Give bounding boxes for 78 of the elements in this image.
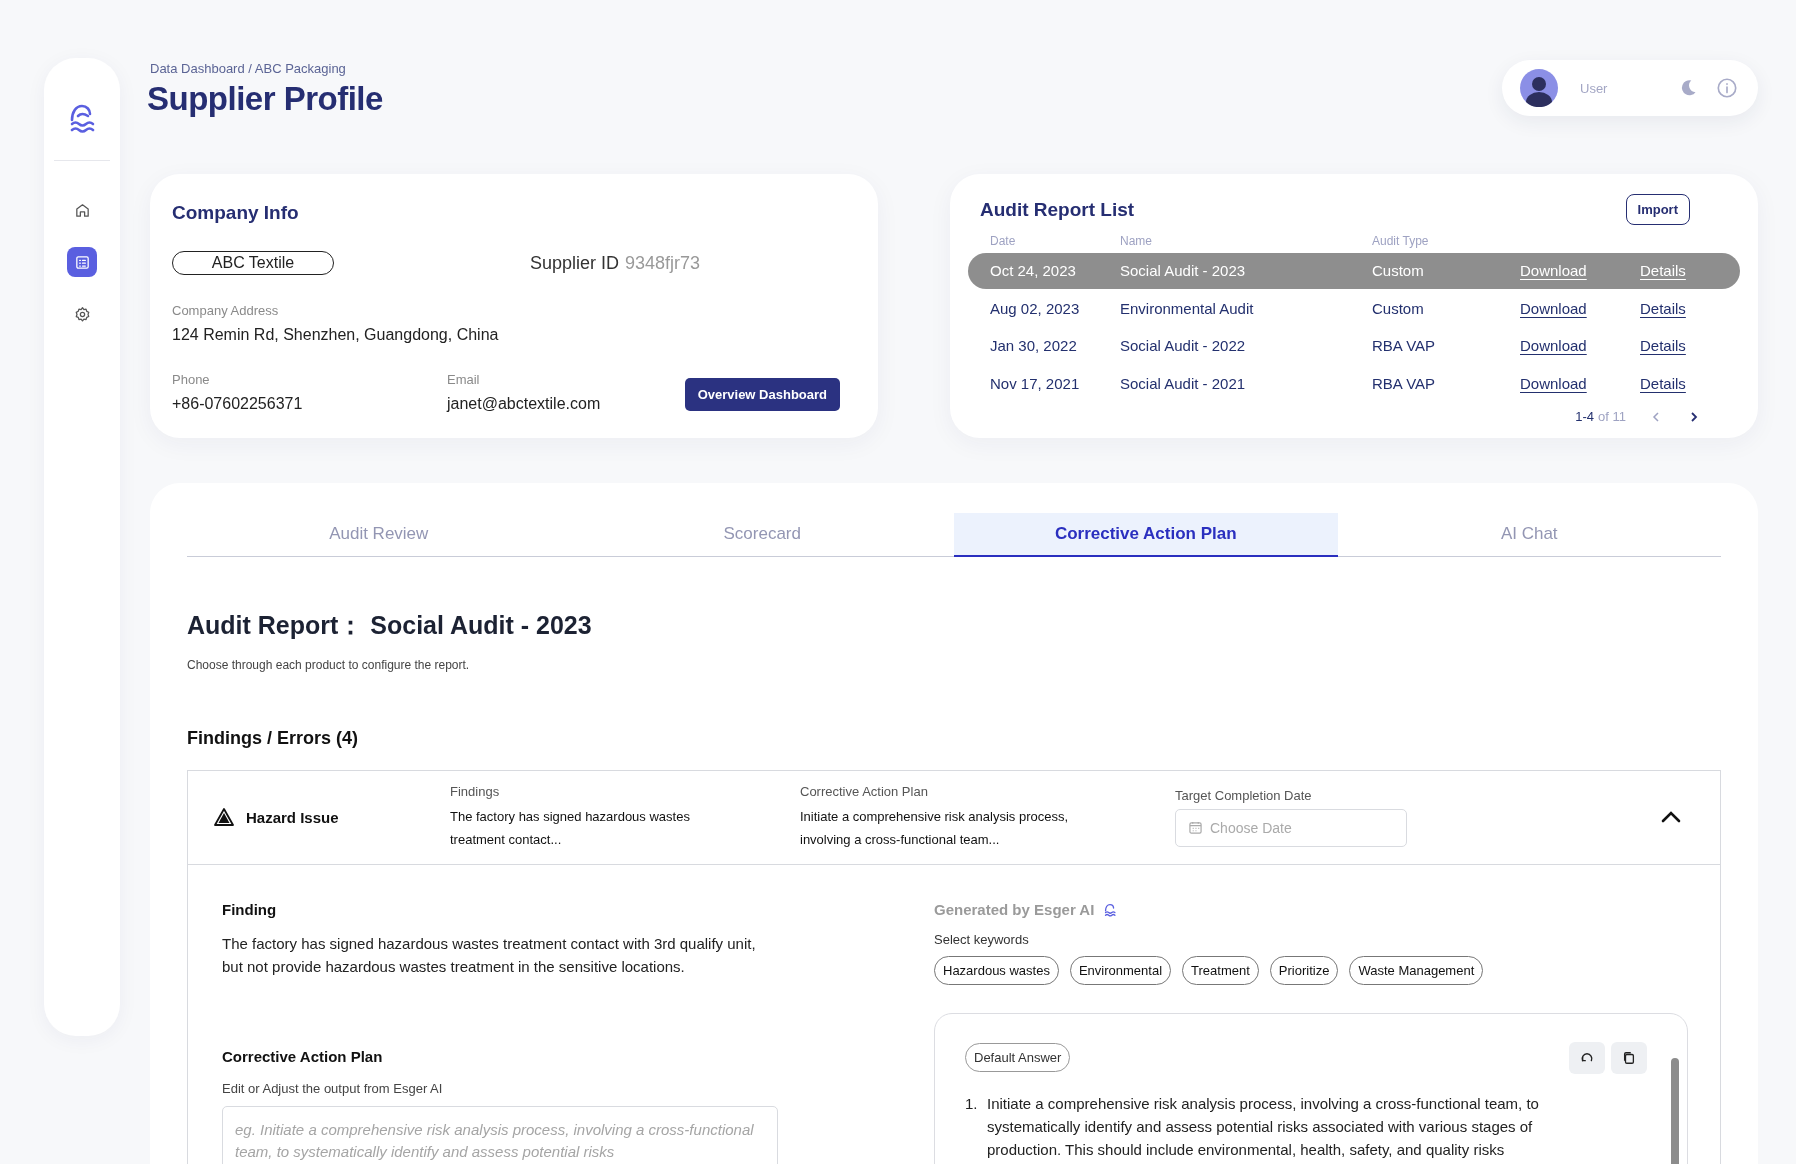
tab[interactable]: Corrective Action Plan <box>954 513 1338 557</box>
field-label: Company Address <box>172 303 280 318</box>
settings-icon <box>73 305 91 323</box>
table-row[interactable]: Nov 17, 2021 Social Audit - 2021 RBA VAP Download Details <box>968 365 1740 401</box>
keyword-chip[interactable]: Treatment <box>1182 955 1259 985</box>
table-cell-text: Oct 24, 2023 <box>990 262 1077 279</box>
details-link[interactable]: Details <box>1640 299 1718 317</box>
action-plan-hint: Edit or Adjust the output from Esger AI <box>222 1080 444 1096</box>
card-title: Company Info <box>172 202 300 224</box>
wave-logo-icon <box>1102 901 1119 917</box>
warning-icon <box>214 808 234 826</box>
table-cell-text: Custom <box>1372 299 1425 317</box>
page-title: Supplier Profile <box>147 80 383 118</box>
column-header: Audit Type <box>1372 234 1430 248</box>
phone-text: +86-07602256371 <box>172 395 304 413</box>
section-heading: Findings / Errors (4) <box>187 727 360 749</box>
table-cell-text: Jan 30, 2022 <box>990 337 1078 354</box>
email-text: janet@abctextile.com <box>447 395 601 413</box>
table-cell-text: Social Audit - 2022 <box>1120 337 1247 354</box>
table-cell-text: Nov 17, 2021 <box>990 374 1081 392</box>
table-cell-text: Custom <box>1372 262 1425 279</box>
field-label: Findings <box>450 783 501 799</box>
avatar-icon[interactable] <box>1520 69 1558 107</box>
action-plan-title: Corrective Action Plan <box>222 1047 384 1065</box>
field-label: Email <box>447 372 481 387</box>
table-cell-text: Environmental Audit <box>1120 299 1255 317</box>
answer-text: Initiate a comprehensive risk analysis process, involving a cross-functional team, to systematically identify and assess potential risks associated with various stages of production. This should include environmental, health, safety, and quality risks <box>987 1093 1540 1160</box>
category-text: Hazard Issue <box>246 808 339 826</box>
import-button[interactable]: Import <box>1625 194 1690 225</box>
generated-label: Generated by Esger AI <box>934 900 1095 918</box>
table-cell-text: Social Audit - 2021 <box>1120 374 1247 392</box>
keyword-chip[interactable]: Hazardous wastes <box>934 955 1059 985</box>
keyword-chip[interactable]: Waste Management <box>1349 955 1484 985</box>
finding-text: The factory has signed hazardous wastes treatment contact with 3rd qualify unit, but not provide hazardous wastes treatment in the sensitive locations. <box>222 933 757 977</box>
details-link[interactable]: Details <box>1640 374 1718 392</box>
list-number: 1. <box>965 1093 979 1114</box>
column-header: Name <box>1120 234 1153 248</box>
chevron-left-icon <box>1652 410 1660 423</box>
keyword-chip[interactable]: Environmental <box>1069 955 1172 985</box>
pagination-text: 1-4 of 11 <box>1575 409 1626 424</box>
table-cell-text: Aug 02, 2023 <box>990 299 1081 317</box>
overview-dashboard-button[interactable]: Overview Dashboard <box>684 378 840 411</box>
report-heading: Audit Report： Social Audit - 2023 <box>187 609 593 641</box>
download-link[interactable]: Download <box>1520 374 1640 392</box>
table-cell-text: RBA VAP <box>1372 337 1437 354</box>
keyword-chip[interactable]: Prioritize <box>1269 955 1339 985</box>
home-icon <box>73 201 91 219</box>
report-subtitle: Choose through each product to configure the report. <box>187 657 471 672</box>
sidebar-item[interactable] <box>67 247 97 277</box>
keywords-label: Select keywords <box>934 931 1030 947</box>
copy-icon <box>1622 1050 1636 1065</box>
table-cell-text: RBA VAP <box>1372 374 1437 392</box>
address-text: 124 Remin Rd, Shenzhen, Guangdong, China <box>172 326 500 344</box>
table-cell-text: Social Audit - 2023 <box>1120 262 1247 279</box>
card-title: Audit Report List <box>980 198 1135 221</box>
field-label: Phone <box>172 372 211 387</box>
table-row[interactable]: Aug 02, 2023 Environmental Audit Custom Download Details <box>968 290 1740 326</box>
regenerate-button[interactable] <box>1569 1041 1605 1074</box>
user-name: User <box>1580 80 1609 96</box>
download-link[interactable]: Download <box>1520 299 1640 317</box>
action-plan-field[interactable]: eg. Initiate a comprehensive risk analysis process, involving a cross-functional team, to systematically identify and assess potential risks <box>222 1105 778 1164</box>
breadcrumb[interactable]: Data Dashboard / ABC Packaging <box>150 61 383 76</box>
field-label: Target Completion Date <box>1175 787 1313 803</box>
field-label: Corrective Action Plan <box>800 783 929 799</box>
calendar-icon <box>1189 821 1202 834</box>
download-link[interactable]: Download <box>1520 337 1640 354</box>
chevron-up-icon <box>1660 810 1682 824</box>
list-icon <box>73 253 91 271</box>
scrollbar[interactable] <box>1671 1057 1679 1164</box>
chevron-right-icon <box>1690 410 1698 423</box>
details-link[interactable]: Details <box>1640 337 1718 354</box>
findings-text: The factory has signed hazardous wastes treatment contact... <box>450 807 691 849</box>
supplier-id: Supplier ID 9348fjr73 <box>530 252 701 274</box>
table-row[interactable]: Jan 30, 2022 Social Audit - 2022 RBA VAP Download Details <box>968 327 1740 364</box>
action-plan-text: Initiate a comprehensive risk analysis process, involving a cross-functional team... <box>800 807 1070 849</box>
column-header: Date <box>990 234 1017 248</box>
finding-title: Finding <box>222 900 278 918</box>
copy-button[interactable] <box>1611 1041 1647 1074</box>
